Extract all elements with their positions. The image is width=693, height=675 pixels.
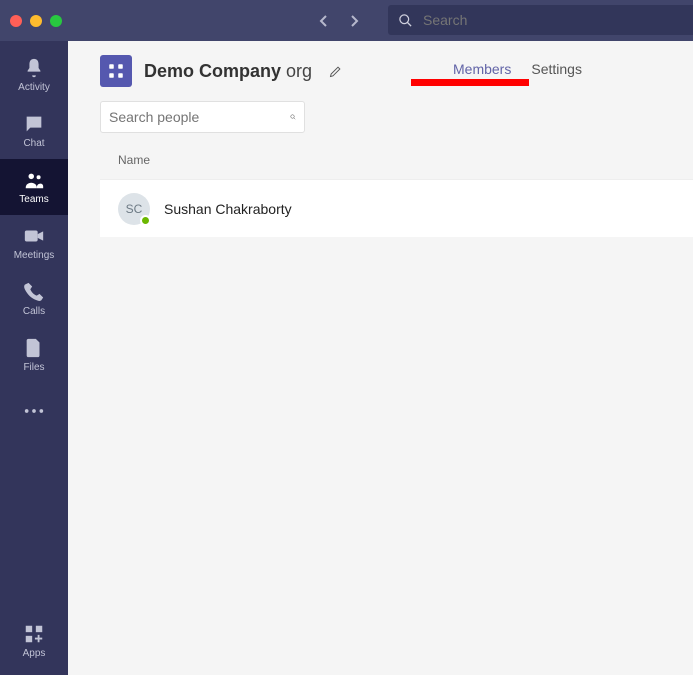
rail-apps[interactable]: Apps	[0, 613, 68, 669]
column-header-name: Name	[100, 153, 693, 180]
org-icon	[107, 62, 125, 80]
rail-chat[interactable]: Chat	[0, 103, 68, 159]
rail-more[interactable]	[0, 383, 68, 439]
rail-calls[interactable]: Calls	[0, 271, 68, 327]
search-people-input[interactable]	[109, 109, 290, 125]
search-icon	[290, 109, 296, 125]
team-header: Demo Company org	[68, 41, 693, 87]
nav-arrows	[315, 12, 363, 30]
rail-label: Calls	[23, 306, 45, 317]
calls-icon	[23, 281, 45, 303]
forward-button[interactable]	[345, 12, 363, 30]
chat-icon	[23, 113, 45, 135]
rail-meetings[interactable]: Meetings	[0, 215, 68, 271]
rail-label: Files	[23, 362, 44, 373]
close-window-button[interactable]	[10, 15, 22, 27]
rail-files[interactable]: Files	[0, 327, 68, 383]
pencil-icon	[328, 64, 343, 79]
tab-settings[interactable]: Settings	[521, 55, 592, 87]
presence-available-icon	[140, 215, 151, 226]
member-avatar: SC	[118, 193, 150, 225]
teams-icon	[23, 169, 45, 191]
minimize-window-button[interactable]	[30, 15, 42, 27]
team-title: Demo Company org	[144, 61, 312, 82]
global-search-input[interactable]	[423, 12, 683, 28]
search-icon	[398, 13, 413, 28]
content-area: Demo Company org Members Settings Name S…	[68, 41, 693, 675]
meetings-icon	[23, 225, 45, 247]
rail-teams[interactable]: Teams	[0, 159, 68, 215]
rail-activity[interactable]: Activity	[0, 47, 68, 103]
search-people[interactable]	[100, 101, 305, 133]
team-name: Demo Company	[144, 61, 281, 81]
member-name: Sushan Chakraborty	[164, 201, 292, 217]
member-row[interactable]: SC Sushan Chakraborty	[100, 180, 693, 238]
rail-label: Apps	[23, 648, 46, 659]
titlebar	[0, 0, 693, 41]
app-rail: Activity Chat Teams Meetings Calls Files	[0, 41, 68, 675]
rail-label: Activity	[18, 82, 50, 93]
maximize-window-button[interactable]	[50, 15, 62, 27]
files-icon	[23, 337, 45, 359]
rail-label: Chat	[23, 138, 44, 149]
more-icon	[23, 408, 45, 414]
edit-team-button[interactable]	[324, 60, 346, 82]
members-list: Name SC Sushan Chakraborty	[100, 153, 693, 238]
apps-icon	[23, 623, 45, 645]
rail-label: Teams	[19, 194, 48, 205]
back-button[interactable]	[315, 12, 333, 30]
team-suffix: org	[286, 61, 312, 81]
annotation-highlight	[411, 79, 529, 86]
window-controls	[10, 15, 62, 27]
member-initials: SC	[126, 202, 143, 216]
rail-label: Meetings	[14, 250, 55, 261]
global-search[interactable]	[388, 5, 693, 35]
bell-icon	[23, 57, 45, 79]
team-avatar	[100, 55, 132, 87]
